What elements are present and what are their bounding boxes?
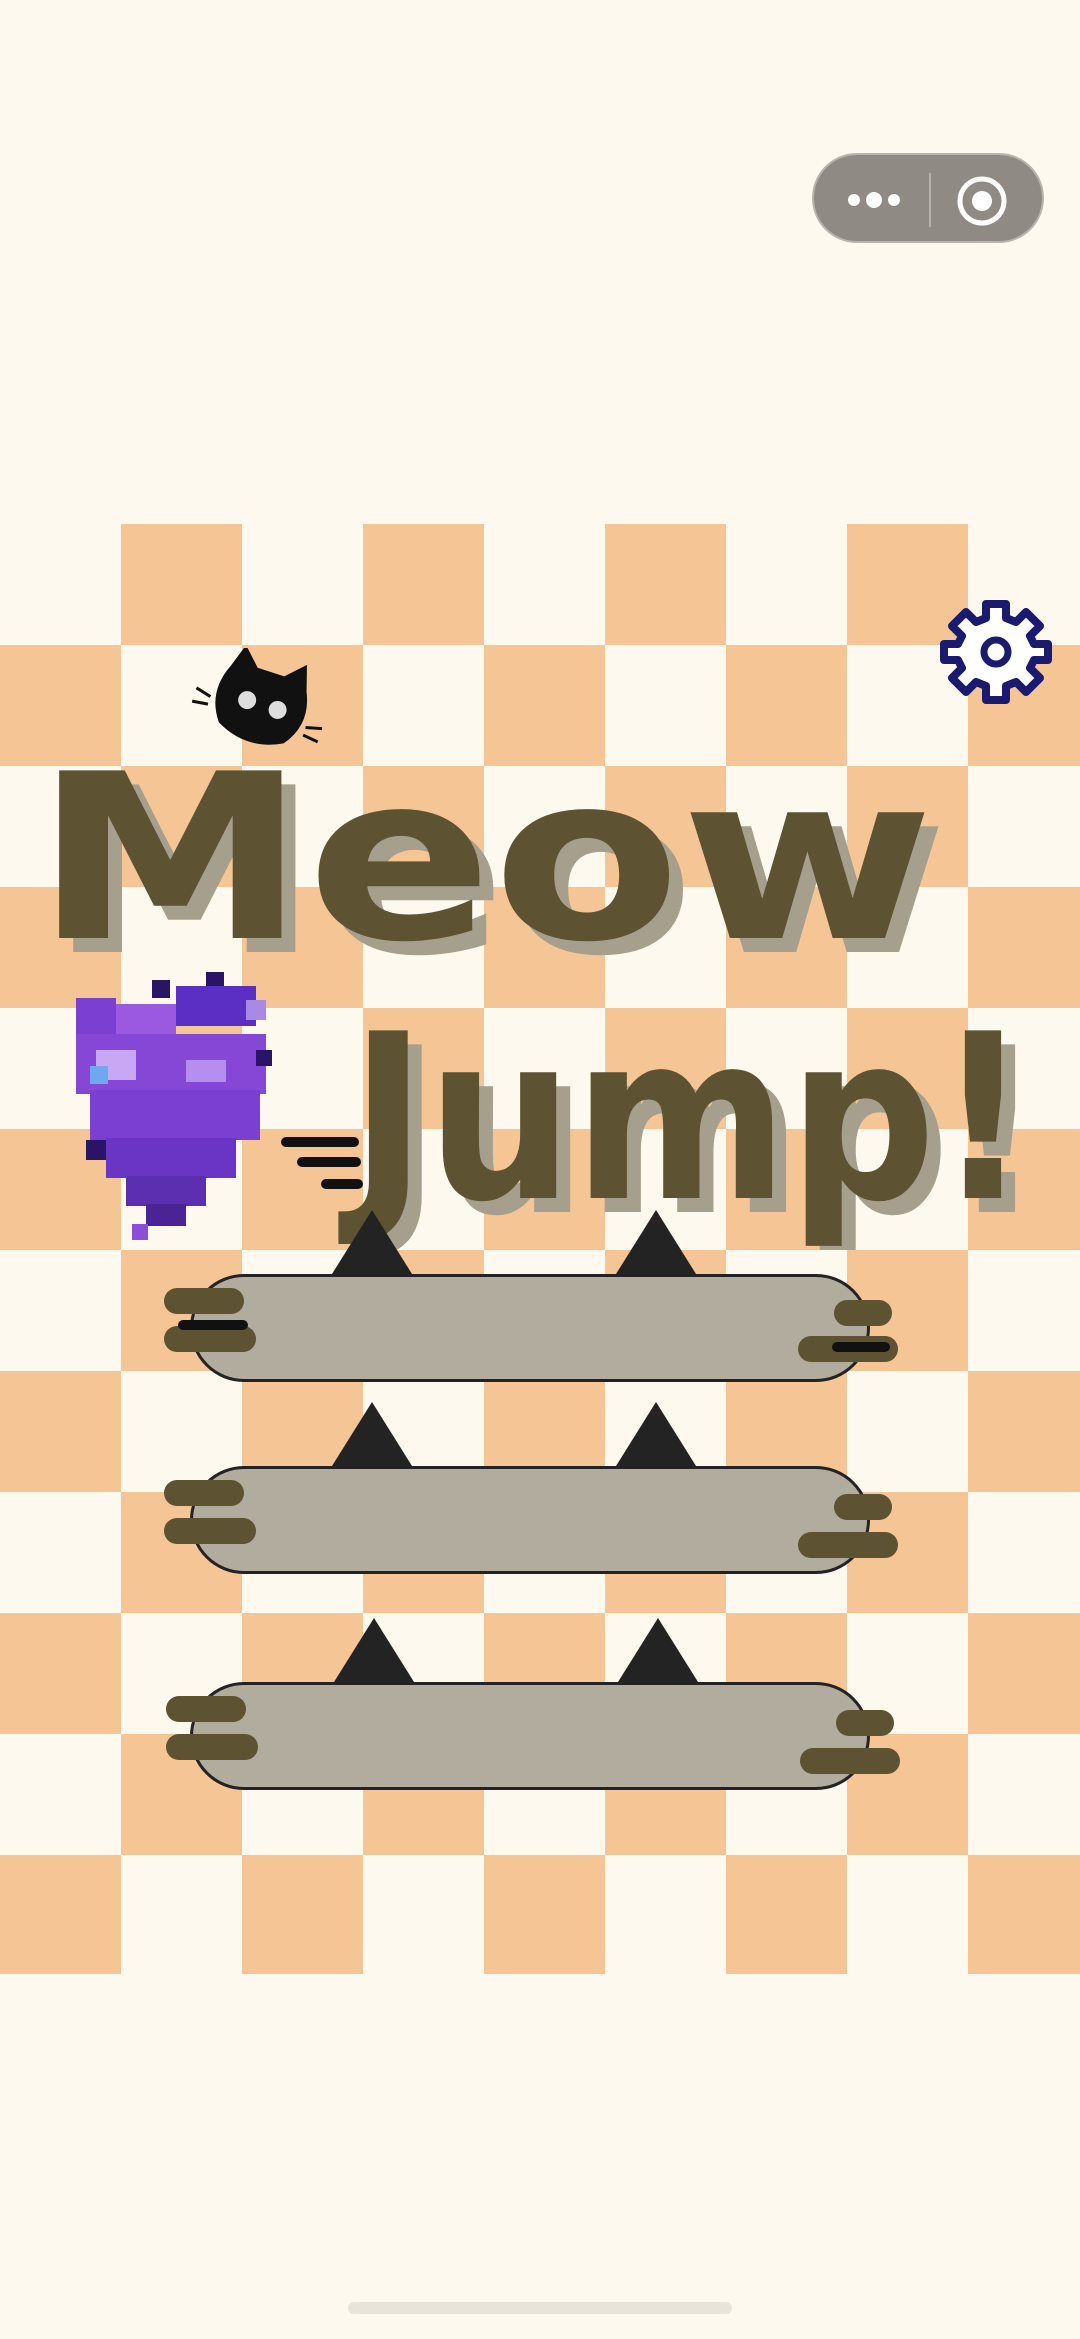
more-dots-icon[interactable] [844, 175, 914, 225]
gear-icon[interactable] [940, 598, 1052, 704]
speed-lines [281, 1137, 363, 1189]
home-indicator [348, 2302, 732, 2314]
paws-decoration-3 [166, 1696, 900, 1774]
paws-decoration-1 [164, 1288, 898, 1362]
pixel-heart-icon [76, 972, 272, 1240]
target-close-icon[interactable] [954, 173, 1010, 229]
paws-decoration-2 [164, 1480, 898, 1558]
capsule-divider [929, 173, 931, 227]
black-cat-icon [191, 648, 323, 745]
title-line1: Meow [34, 726, 934, 993]
mini-program-capsule [812, 153, 1044, 243]
